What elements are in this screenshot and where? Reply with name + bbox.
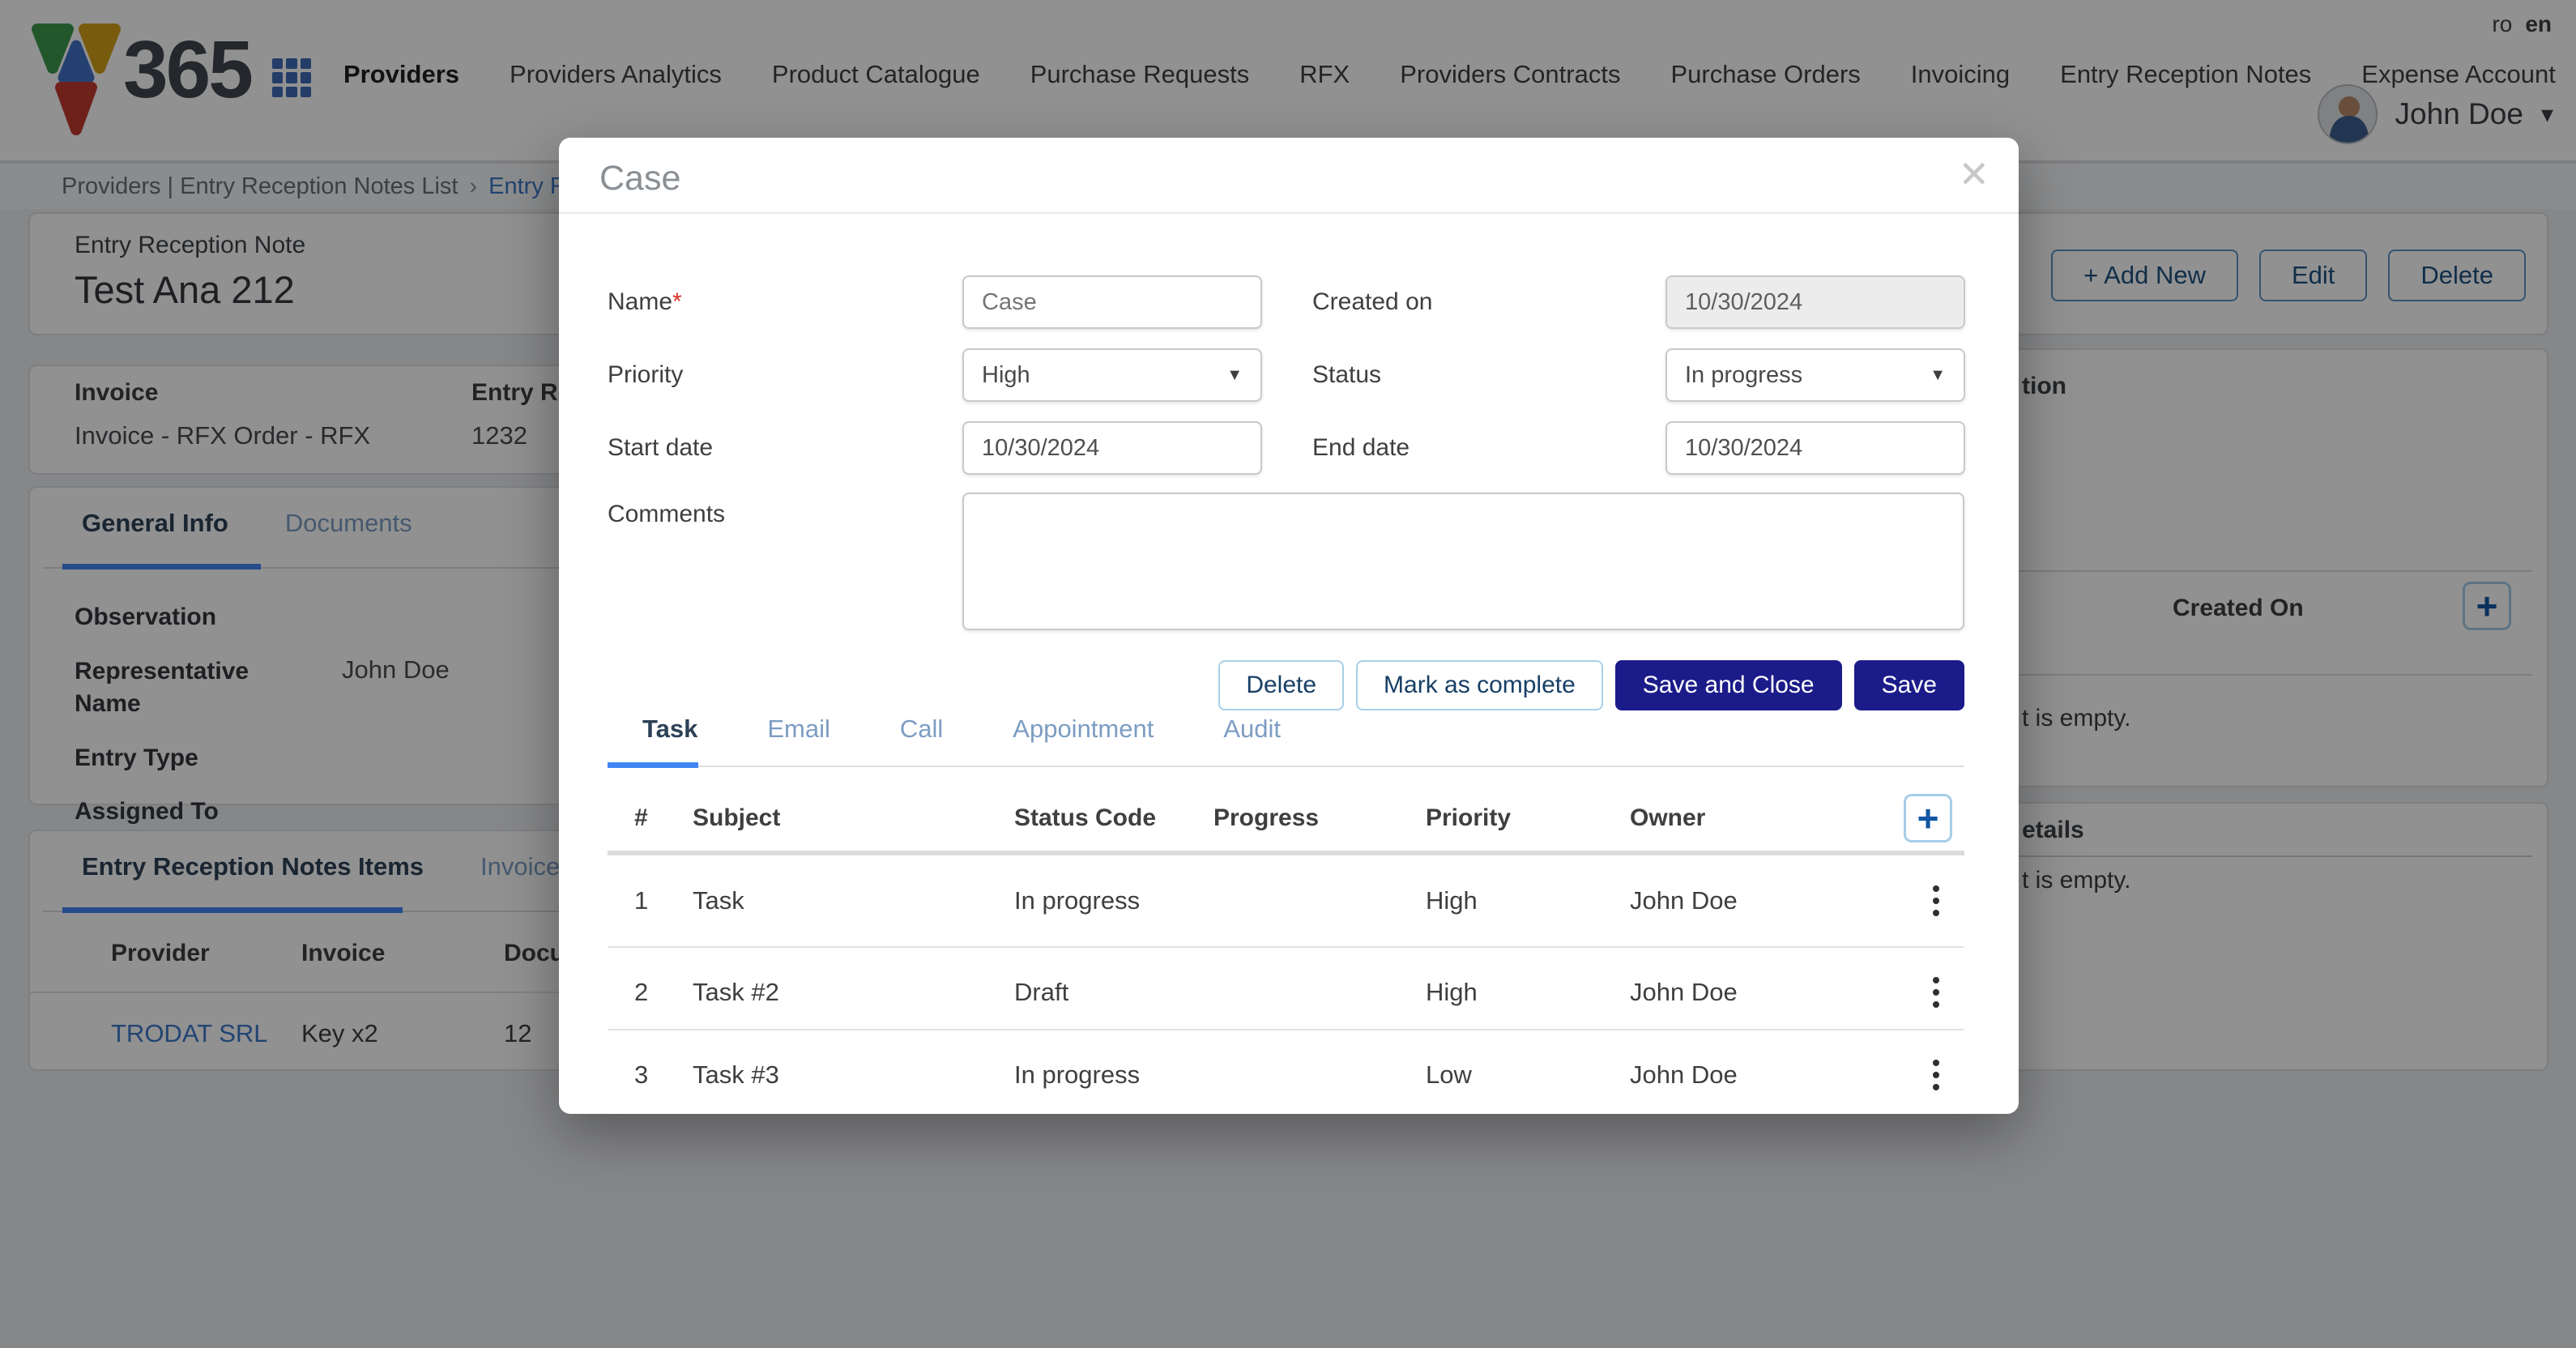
mark-as-complete-button[interactable]: Mark as complete: [1356, 660, 1603, 710]
tab-audit[interactable]: Audit: [1223, 715, 1281, 744]
created-on-label: Created on: [1312, 288, 1665, 316]
priority-label: Priority: [608, 361, 962, 389]
row-owner: John Doe: [1630, 978, 1897, 1007]
caret-down-icon: ▼: [1930, 366, 1946, 385]
plus-icon: +: [1917, 800, 1939, 837]
case-form: Name* Created on Priority High ▼ Status …: [608, 275, 1965, 475]
row-subject: Task: [693, 886, 1014, 915]
col-owner: Owner: [1630, 804, 1897, 832]
start-date-field[interactable]: [962, 421, 1262, 475]
row-priority: High: [1426, 978, 1630, 1007]
col-priority: Priority: [1426, 804, 1630, 832]
col-status-code: Status Code: [1014, 804, 1213, 832]
row-subject: Task #3: [693, 1060, 1014, 1090]
dialog-title: Case: [599, 159, 680, 198]
end-date-label: End date: [1312, 434, 1665, 462]
close-icon[interactable]: ✕: [1950, 147, 1998, 201]
priority-selected-value: High: [982, 362, 1030, 389]
row-owner: John Doe: [1630, 1060, 1897, 1090]
comments-label: Comments: [608, 501, 725, 528]
delete-case-button[interactable]: Delete: [1218, 660, 1344, 710]
row-menu-icon[interactable]: [1928, 972, 1944, 1013]
row-owner: John Doe: [1630, 886, 1897, 915]
tab-call[interactable]: Call: [900, 715, 943, 744]
status-label: Status: [1312, 361, 1665, 389]
row-menu-icon[interactable]: [1928, 1055, 1944, 1095]
col-subject: Subject: [693, 804, 1014, 832]
priority-select[interactable]: High ▼: [962, 348, 1262, 402]
row-priority: Low: [1426, 1060, 1630, 1090]
required-asterisk: *: [672, 288, 682, 315]
status-selected-value: In progress: [1685, 362, 1802, 389]
dialog-actions: Delete Mark as complete Save and Close S…: [1218, 660, 1964, 710]
task-row: 2 Task #2 Draft High John Doe: [559, 951, 2013, 1034]
tab-email[interactable]: Email: [767, 715, 830, 744]
start-date-label: Start date: [608, 434, 962, 462]
task-row: 3 Task #3 In progress Low John Doe: [559, 1034, 2013, 1116]
row-menu-icon[interactable]: [1928, 881, 1944, 921]
name-label: Name*: [608, 288, 962, 316]
task-row: 1 Task In progress High John Doe: [559, 855, 2013, 946]
row-subject: Task #2: [693, 978, 1014, 1007]
application-window: 365 Providers Providers Analytics Produc…: [0, 0, 2576, 1348]
add-task-button[interactable]: +: [1904, 794, 1952, 842]
row-num: 3: [634, 1060, 693, 1090]
case-dialog: Case ✕ Name* Created on Priority High ▼ …: [559, 138, 2019, 1114]
row-status: In progress: [1014, 1060, 1213, 1090]
row-status: Draft: [1014, 978, 1213, 1007]
tab-task[interactable]: Task: [642, 715, 697, 744]
row-priority: High: [1426, 886, 1630, 915]
task-table-header: # Subject Status Code Progress Priority …: [559, 786, 2013, 851]
tab-appointment[interactable]: Appointment: [1013, 715, 1154, 744]
caret-down-icon: ▼: [1226, 366, 1243, 385]
row-status: In progress: [1014, 886, 1213, 915]
col-progress: Progress: [1213, 804, 1426, 832]
created-on-field: [1665, 275, 1965, 329]
status-select[interactable]: In progress ▼: [1665, 348, 1965, 402]
activity-tabs: Task Email Call Appointment Audit: [608, 715, 1964, 744]
row-num: 2: [634, 978, 693, 1007]
end-date-field[interactable]: [1665, 421, 1965, 475]
comments-field[interactable]: [962, 493, 1964, 630]
row-num: 1: [634, 886, 693, 915]
save-button[interactable]: Save: [1854, 660, 1964, 710]
name-field[interactable]: [962, 275, 1262, 329]
col-num: #: [634, 804, 693, 832]
save-and-close-button[interactable]: Save and Close: [1615, 660, 1842, 710]
